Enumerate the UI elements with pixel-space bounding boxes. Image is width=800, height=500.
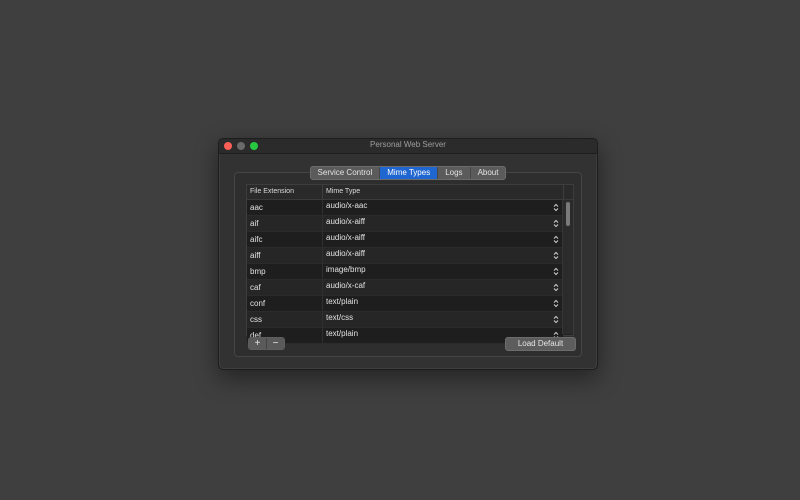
table-row[interactable]: bmp image/bmp bbox=[247, 264, 563, 280]
tab-service-control[interactable]: Service Control bbox=[311, 167, 381, 179]
mime-type-cell[interactable]: image/bmp bbox=[326, 265, 366, 274]
remove-mime-type-button[interactable]: − bbox=[266, 338, 284, 349]
mime-types-panel: File Extension Mime Type aac audio/x-aac… bbox=[234, 172, 582, 357]
tab-mime-types[interactable]: Mime Types bbox=[380, 167, 439, 179]
table-header: File Extension Mime Type bbox=[247, 185, 573, 200]
table-row[interactable]: aac audio/x-aac bbox=[247, 200, 563, 216]
tab-bar-container: Service Control Mime Types Logs About bbox=[219, 166, 597, 180]
tab-bar: Service Control Mime Types Logs About bbox=[309, 166, 507, 180]
up-down-chevron-icon[interactable] bbox=[553, 235, 559, 244]
cell-divider bbox=[322, 216, 323, 231]
up-down-chevron-icon[interactable] bbox=[553, 299, 559, 308]
column-header-file-extension[interactable]: File Extension bbox=[250, 188, 294, 195]
cell-divider bbox=[322, 232, 323, 247]
column-header-mime-type[interactable]: Mime Type bbox=[326, 188, 360, 195]
table-row[interactable]: aif audio/x-aiff bbox=[247, 216, 563, 232]
mime-type-cell[interactable]: text/plain bbox=[326, 297, 358, 306]
up-down-chevron-icon[interactable] bbox=[553, 251, 559, 260]
file-extension-cell[interactable]: aac bbox=[250, 203, 263, 212]
file-extension-cell[interactable]: aifc bbox=[250, 235, 262, 244]
file-extension-cell[interactable]: conf bbox=[250, 299, 265, 308]
file-extension-cell[interactable]: css bbox=[250, 315, 262, 324]
table-row[interactable]: caf audio/x-caf bbox=[247, 280, 563, 296]
up-down-chevron-icon[interactable] bbox=[553, 283, 559, 292]
cell-divider bbox=[322, 248, 323, 263]
cell-divider bbox=[322, 264, 323, 279]
cell-divider bbox=[322, 296, 323, 311]
cell-divider bbox=[322, 312, 323, 327]
up-down-chevron-icon[interactable] bbox=[553, 315, 559, 324]
mime-type-cell[interactable]: text/css bbox=[326, 313, 353, 322]
mime-type-cell[interactable]: audio/x-aac bbox=[326, 201, 367, 210]
app-window: Personal Web Server Service Control Mime… bbox=[218, 138, 598, 370]
cell-divider bbox=[322, 328, 323, 343]
column-separator bbox=[563, 185, 564, 199]
file-extension-cell[interactable]: bmp bbox=[250, 267, 266, 276]
cell-divider bbox=[322, 280, 323, 295]
table-row[interactable]: css text/css bbox=[247, 312, 563, 328]
up-down-chevron-icon[interactable] bbox=[553, 267, 559, 276]
tab-about[interactable]: About bbox=[471, 167, 506, 179]
table-row[interactable]: aifc audio/x-aiff bbox=[247, 232, 563, 248]
add-remove-button-group: + − bbox=[248, 337, 285, 350]
title-bar[interactable]: Personal Web Server bbox=[219, 139, 597, 154]
table-row[interactable]: conf text/plain bbox=[247, 296, 563, 312]
window-title: Personal Web Server bbox=[370, 140, 446, 149]
mime-type-cell[interactable]: audio/x-aiff bbox=[326, 249, 365, 258]
vertical-scrollbar[interactable] bbox=[562, 200, 573, 334]
mime-type-cell[interactable]: audio/x-caf bbox=[326, 281, 365, 290]
mime-type-cell[interactable]: audio/x-aiff bbox=[326, 217, 365, 226]
add-mime-type-button[interactable]: + bbox=[249, 338, 266, 349]
mime-type-cell[interactable]: audio/x-aiff bbox=[326, 233, 365, 242]
load-default-button[interactable]: Load Default bbox=[505, 337, 576, 351]
mime-types-table: File Extension Mime Type aac audio/x-aac… bbox=[246, 184, 574, 344]
tab-logs[interactable]: Logs bbox=[438, 167, 471, 179]
file-extension-cell[interactable]: aiff bbox=[250, 251, 261, 260]
up-down-chevron-icon[interactable] bbox=[553, 203, 559, 212]
file-extension-cell[interactable]: caf bbox=[250, 283, 261, 292]
cell-divider bbox=[322, 200, 323, 215]
table-row[interactable]: aiff audio/x-aiff bbox=[247, 248, 563, 264]
scrollbar-thumb[interactable] bbox=[566, 202, 570, 226]
column-separator[interactable] bbox=[322, 185, 323, 199]
file-extension-cell[interactable]: aif bbox=[250, 219, 258, 228]
table-body: aac audio/x-aac aif audio/x-aiff aifc au… bbox=[247, 200, 563, 344]
mime-type-cell[interactable]: text/plain bbox=[326, 329, 358, 338]
up-down-chevron-icon[interactable] bbox=[553, 219, 559, 228]
